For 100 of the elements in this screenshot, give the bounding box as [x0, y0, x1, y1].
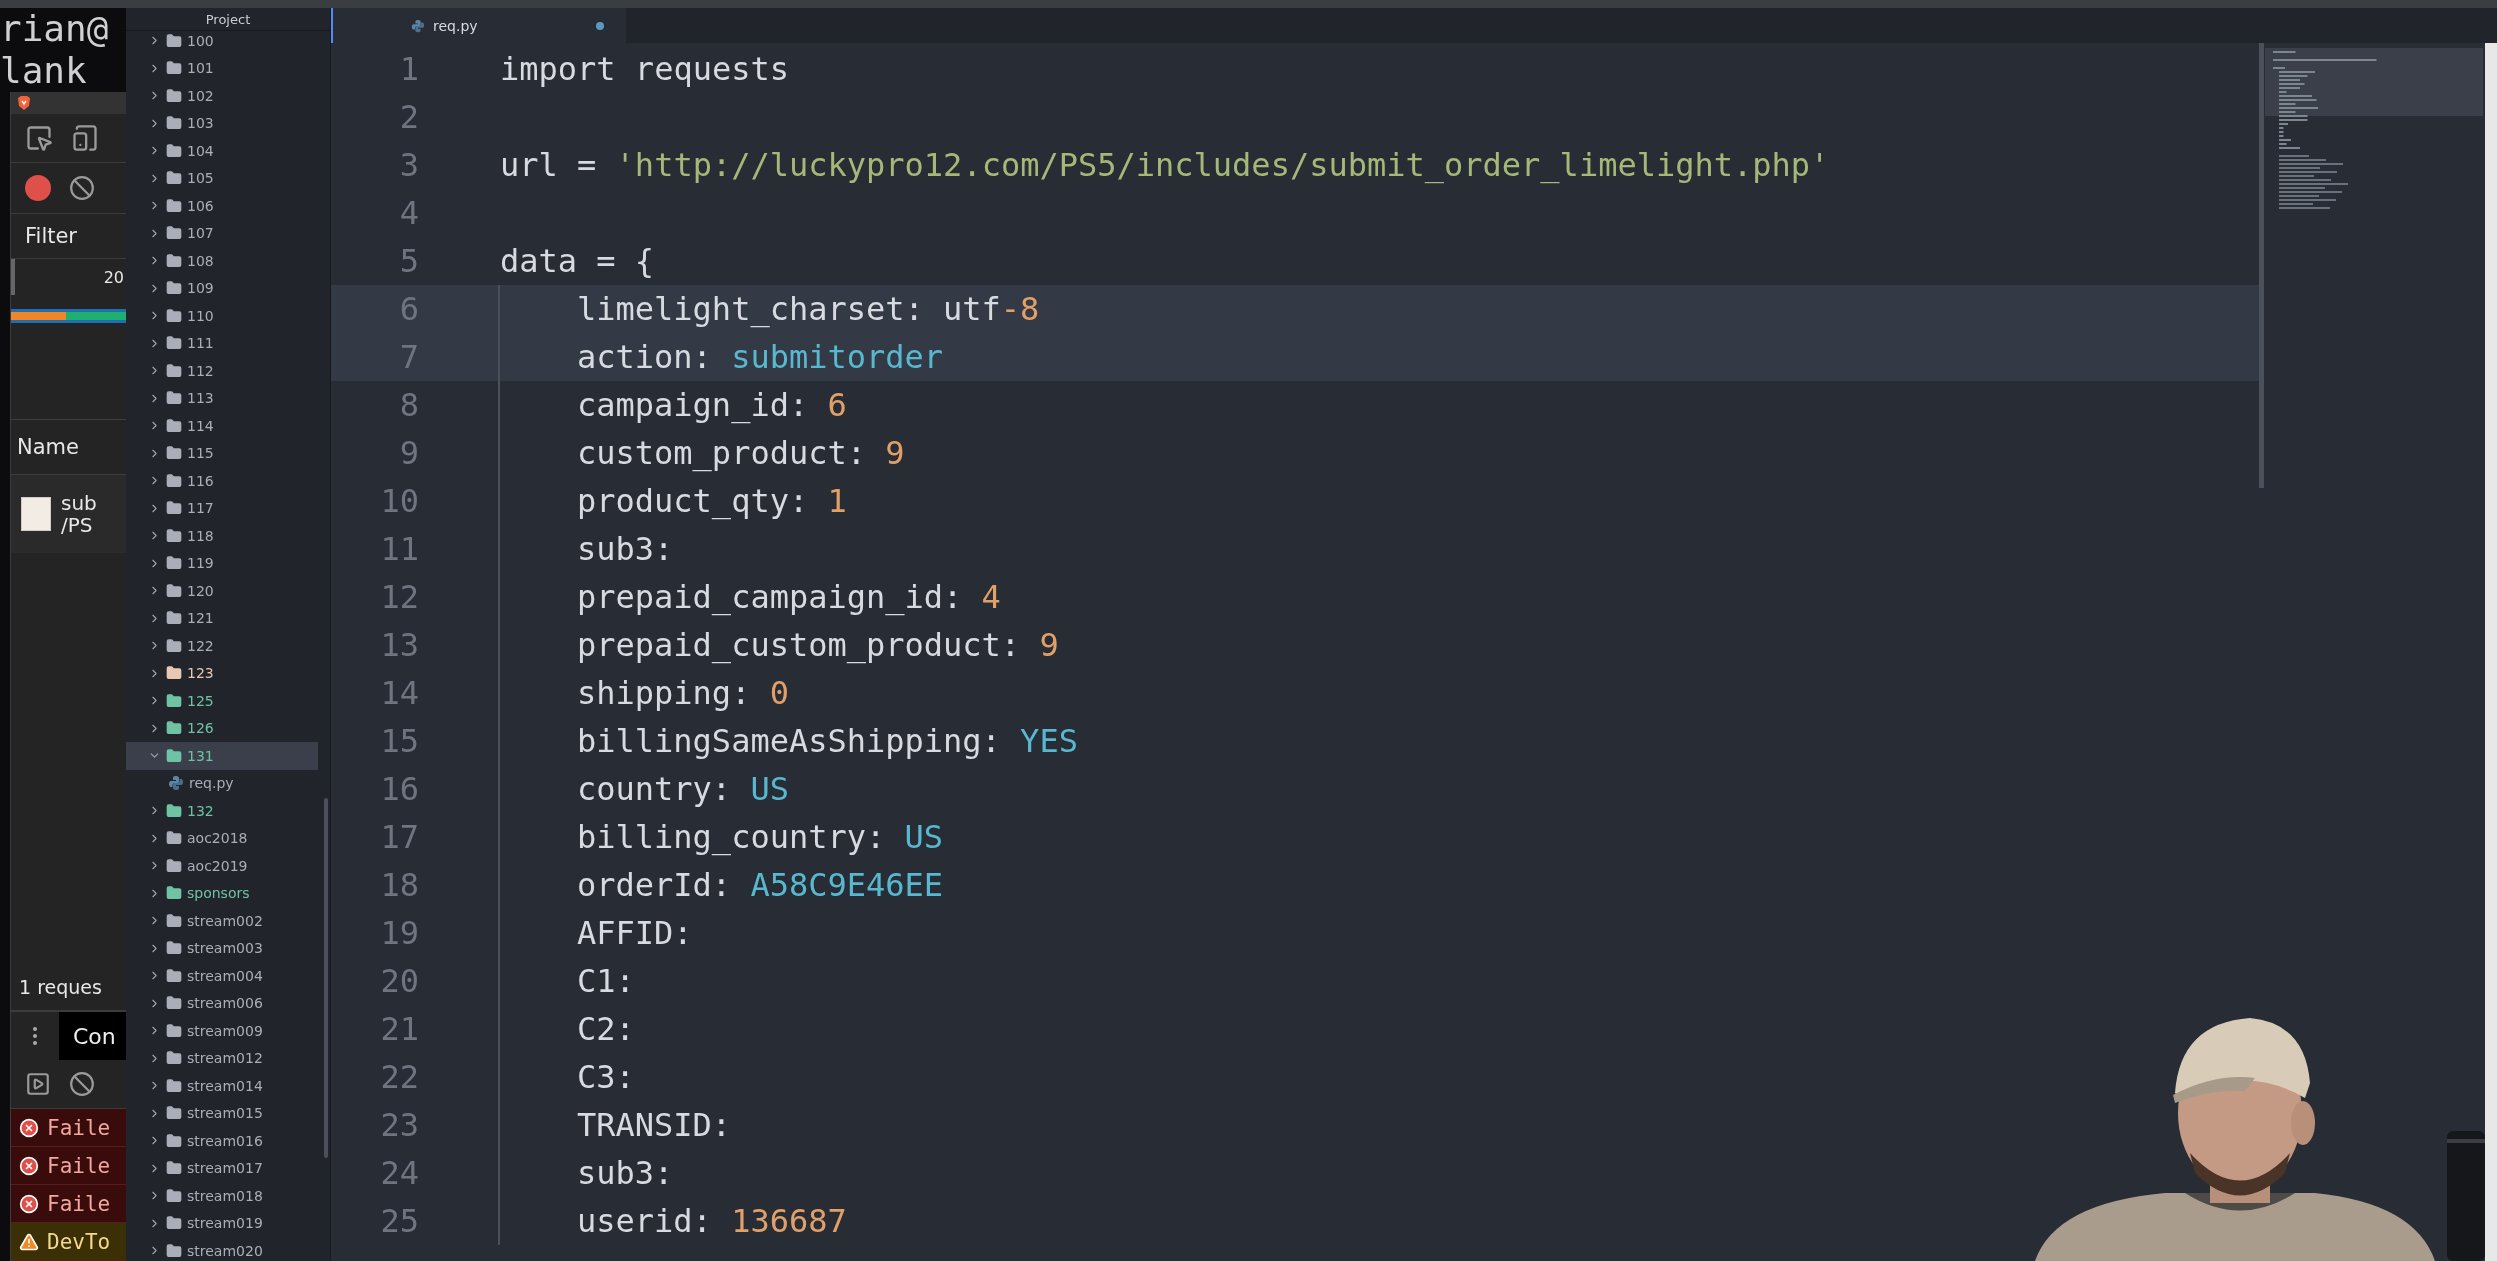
- tree-item[interactable]: 121: [126, 604, 318, 632]
- tree-item[interactable]: stream003: [126, 934, 318, 962]
- tree-item[interactable]: 126: [126, 714, 318, 742]
- warning-icon: [19, 1231, 39, 1252]
- python-file-icon: [411, 18, 425, 33]
- code-line: billing_country: US: [577, 818, 944, 856]
- line-number: 17: [379, 818, 420, 856]
- record-button[interactable]: [25, 175, 51, 201]
- line-number: 5: [398, 242, 420, 280]
- tree-item[interactable]: 101: [126, 54, 318, 82]
- line-number: 1: [398, 50, 420, 88]
- python-file-icon: [168, 775, 184, 792]
- tree-item[interactable]: 116: [126, 467, 318, 495]
- file-icon: [21, 497, 51, 531]
- line-number: 8: [398, 386, 420, 424]
- filter-label: Filter: [25, 224, 77, 248]
- device-icon[interactable]: [71, 124, 99, 152]
- error-icon: [19, 1155, 39, 1176]
- tree-item[interactable]: 111: [126, 329, 318, 357]
- code-line: action: submitorder: [577, 338, 944, 376]
- shield-icon: [17, 95, 31, 111]
- tree-item[interactable]: aoc2018: [126, 824, 318, 852]
- tree-item[interactable]: 125: [126, 687, 318, 715]
- tree-item[interactable]: stream020: [126, 1237, 318, 1261]
- line-number: 12: [379, 578, 420, 616]
- tree-item[interactable]: 119: [126, 549, 318, 577]
- tree-item[interactable]: aoc2019: [126, 852, 318, 880]
- tree-item[interactable]: 120: [126, 577, 318, 605]
- tree-item[interactable]: sponsors: [126, 879, 318, 907]
- scrollbar[interactable]: [324, 798, 328, 1158]
- tree-item[interactable]: stream004: [126, 962, 318, 990]
- tree-item[interactable]: 109: [126, 274, 318, 302]
- clear-icon[interactable]: [69, 175, 95, 201]
- code-line: sub3:: [577, 530, 674, 568]
- tree-item[interactable]: 105: [126, 164, 318, 192]
- tree-item[interactable]: 113: [126, 384, 318, 412]
- code-line: TRANSID:: [577, 1106, 732, 1144]
- warning-message: DevTo: [11, 1223, 126, 1261]
- tree-item[interactable]: stream006: [126, 989, 318, 1017]
- tree-item[interactable]: stream015: [126, 1099, 318, 1127]
- line-number: 19: [379, 914, 420, 952]
- tree-item[interactable]: 103: [126, 109, 318, 137]
- tree-item[interactable]: stream019: [126, 1209, 318, 1237]
- code-line: prepaid_campaign_id: 4: [577, 578, 1001, 616]
- tree-item[interactable]: stream016: [126, 1127, 318, 1155]
- code-line: C1:: [577, 962, 635, 1000]
- tree-item[interactable]: 108: [126, 247, 318, 275]
- tree-item[interactable]: 114: [126, 412, 318, 440]
- line-number: 3: [398, 146, 420, 184]
- status-text: 1 reques: [19, 976, 102, 998]
- tree-item[interactable]: 106: [126, 192, 318, 220]
- code-line: shipping: 0: [577, 674, 789, 712]
- tree-item[interactable]: 122: [126, 632, 318, 660]
- tree-item[interactable]: stream002: [126, 907, 318, 935]
- timeline-tick: 20: [103, 267, 124, 287]
- request-row[interactable]: sub /PS: [11, 475, 126, 553]
- line-number: 7: [398, 338, 420, 376]
- code-line: import requests: [500, 50, 789, 88]
- tree-item[interactable]: 112: [126, 357, 318, 385]
- tree-item[interactable]: req.py: [126, 769, 318, 797]
- code-line: C2:: [577, 1010, 635, 1048]
- editor-tab[interactable]: req.py: [331, 8, 626, 43]
- line-number: 9: [398, 434, 420, 472]
- error-icon: [19, 1117, 39, 1138]
- tree-item[interactable]: stream014: [126, 1072, 318, 1100]
- code-line: prepaid_custom_product: 9: [577, 626, 1059, 664]
- tree-item[interactable]: stream009: [126, 1017, 318, 1045]
- code-line: limelight_charset: utf-8: [577, 290, 1040, 328]
- error-message: Faile: [11, 1109, 126, 1147]
- panel-title: Project: [205, 11, 251, 27]
- console-tab[interactable]: Con: [59, 1012, 126, 1060]
- tree-item[interactable]: 107: [126, 219, 318, 247]
- clear-icon[interactable]: [69, 1071, 95, 1097]
- error-icon: [19, 1193, 39, 1214]
- scrollbar[interactable]: [2259, 43, 2264, 488]
- inspect-icon[interactable]: [25, 124, 53, 152]
- tree-item[interactable]: 115: [126, 439, 318, 467]
- tree-item[interactable]: stream017: [126, 1154, 318, 1182]
- tree-item[interactable]: 123: [126, 659, 318, 687]
- request-name: sub: [61, 492, 97, 514]
- tree-item[interactable]: stream018: [126, 1182, 318, 1210]
- line-number: 10: [379, 482, 420, 520]
- tree-item[interactable]: stream012: [126, 1044, 318, 1072]
- code-line: billingSameAsShipping: YES: [577, 722, 1078, 760]
- tree-item[interactable]: 110: [126, 302, 318, 330]
- code-line: userid: 136687: [577, 1202, 847, 1240]
- tree-item[interactable]: 117: [126, 494, 318, 522]
- tree-item[interactable]: 100: [126, 27, 318, 55]
- tree-item[interactable]: 132: [126, 797, 318, 825]
- code-line: sub3:: [577, 1154, 674, 1192]
- code-line: orderId: A58C9E46EE: [577, 866, 944, 904]
- request-path: /PS: [61, 514, 94, 536]
- tree-item[interactable]: 104: [126, 137, 318, 165]
- line-number: 4: [398, 194, 420, 232]
- terminal-text: lank: [0, 50, 87, 91]
- tree-item[interactable]: 131: [126, 742, 318, 770]
- line-number: 13: [379, 626, 420, 664]
- tree-item[interactable]: 118: [126, 522, 318, 550]
- tree-item[interactable]: 102: [126, 82, 318, 110]
- sidebar-icon[interactable]: [25, 1071, 51, 1097]
